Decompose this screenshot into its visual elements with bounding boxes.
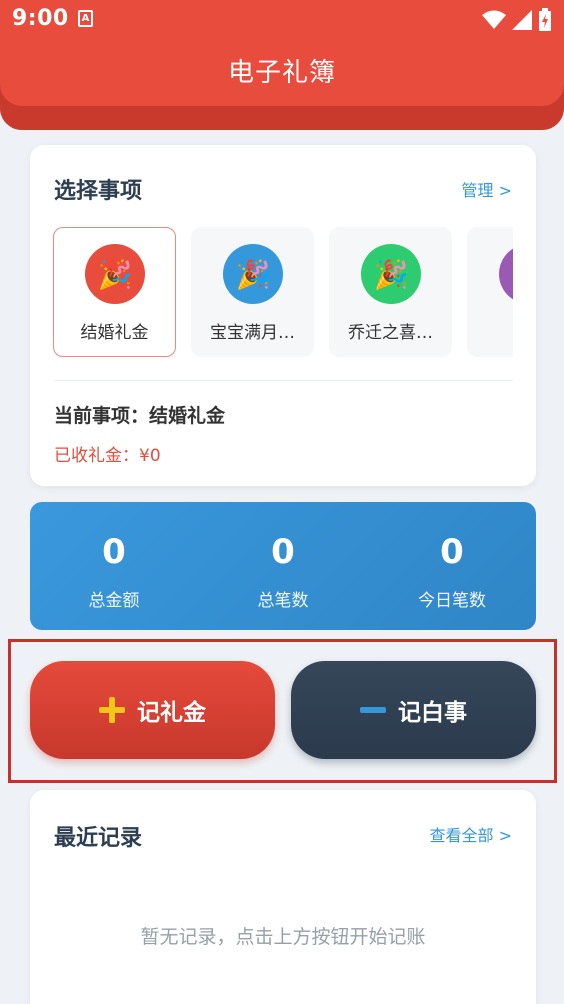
event-selector-title: 选择事项: [54, 179, 143, 204]
party-popper-icon: 🎉: [499, 244, 513, 304]
status-bar: 9:00 A: [0, 0, 564, 40]
event-item-baby-month[interactable]: 🎉 宝宝满月…: [191, 227, 314, 357]
event-item-birthday[interactable]: 🎉 生: [467, 227, 513, 357]
record-white-label: 记白事: [398, 700, 467, 726]
event-label: 结婚礼金: [80, 323, 149, 343]
manage-link[interactable]: 管理 >: [462, 177, 513, 201]
minus-icon: [360, 707, 386, 713]
stat-label: 今日笔数: [418, 591, 486, 611]
events-scroller[interactable]: 🎉 结婚礼金 🎉 宝宝满月… 🎉 乔迁之喜… 🎉 生: [53, 227, 513, 357]
recent-records-title: 最近记录: [54, 826, 143, 851]
signal-icon: [512, 10, 532, 30]
status-icons: [482, 8, 552, 32]
recent-records-card: 最近记录 查看全部 > 暂无记录，点击上方按钮开始记账: [30, 790, 536, 1004]
stat-total-amount: 0 总金额: [30, 532, 198, 611]
event-item-housewarming[interactable]: 🎉 乔迁之喜…: [329, 227, 452, 357]
stat-value: 0: [102, 532, 126, 572]
stat-today-count: 0 今日笔数: [368, 532, 536, 611]
event-label: 宝宝满月…: [210, 323, 295, 343]
current-event-label: 当前事项：结婚礼金: [54, 405, 226, 427]
stat-value: 0: [440, 532, 464, 572]
status-time: 9:00: [12, 6, 69, 31]
plus-icon: [99, 697, 125, 723]
party-popper-icon: 🎉: [85, 244, 145, 304]
page-title: 电子礼簿: [227, 58, 336, 88]
divider: [53, 380, 513, 381]
record-white-button[interactable]: 记白事: [291, 661, 536, 759]
event-selector-card: 选择事项 管理 > 🎉 结婚礼金 🎉 宝宝满月… 🎉 乔迁之喜… 🎉 生: [30, 145, 536, 486]
party-popper-icon: 🎉: [361, 244, 421, 304]
empty-state-text: 暂无记录，点击上方按钮开始记账: [140, 926, 426, 948]
view-all-link[interactable]: 查看全部 >: [430, 822, 513, 846]
stat-total-count: 0 总笔数: [199, 532, 367, 611]
record-gift-button[interactable]: 记礼金: [30, 661, 275, 759]
app-header: 9:00 A 电子礼簿: [0, 0, 564, 130]
record-gift-label: 记礼金: [137, 700, 206, 726]
battery-charging-icon: [539, 8, 551, 31]
event-label: 生: [476, 318, 513, 343]
events-row: 🎉 结婚礼金 🎉 宝宝满月… 🎉 乔迁之喜… 🎉 生: [53, 227, 513, 357]
party-popper-icon: 🎉: [223, 244, 283, 304]
received-amount: 已收礼金：¥0: [54, 446, 161, 466]
stat-value: 0: [271, 532, 295, 572]
event-item-wedding[interactable]: 🎉 结婚礼金: [53, 227, 176, 357]
stat-label: 总金额: [88, 591, 140, 611]
notification-icon: A: [78, 10, 93, 27]
stat-label: 总笔数: [257, 591, 309, 611]
stats-card: 0 总金额 0 总笔数 0 今日笔数: [30, 502, 536, 630]
wifi-icon: [482, 10, 506, 29]
app-screen: 9:00 A 电子礼簿 选择事项 管理 > 🎉 结婚礼金 🎉 宝宝满月… 🎉 乔…: [0, 0, 564, 1004]
event-label: 乔迁之喜…: [348, 323, 433, 343]
